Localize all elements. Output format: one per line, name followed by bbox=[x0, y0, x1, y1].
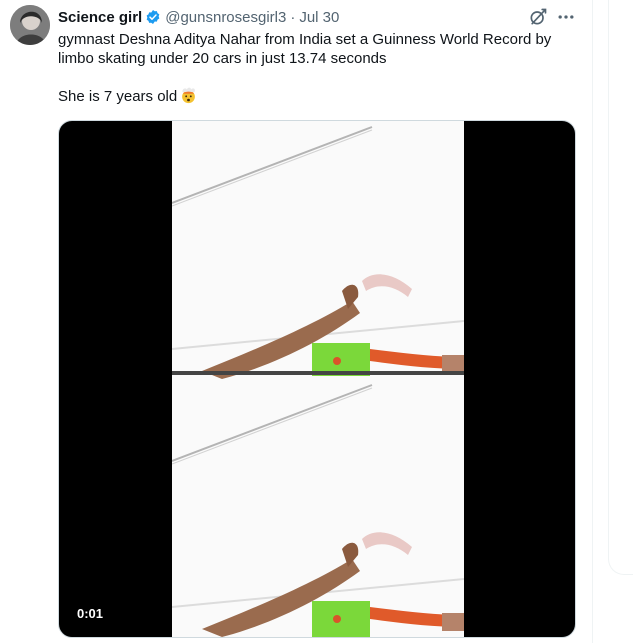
author-handle[interactable]: @gunsnrosesgirl3 bbox=[165, 9, 286, 26]
tweet-text-line: She is 7 years old bbox=[58, 87, 578, 106]
video-frame[interactable] bbox=[172, 121, 464, 637]
separator-dot: · bbox=[290, 8, 296, 26]
avatar[interactable] bbox=[10, 5, 50, 45]
tweet-date[interactable]: Jul 30 bbox=[299, 9, 339, 26]
sidebar-card-edge bbox=[608, 0, 633, 575]
tweet-text-line2: She is 7 years old bbox=[58, 88, 178, 105]
more-icon[interactable] bbox=[556, 7, 576, 27]
display-name[interactable]: Science girl bbox=[58, 9, 142, 26]
video-timestamp: 0:01 bbox=[71, 604, 110, 623]
tweet-text: gymnast Deshna Aditya Nahar from India s… bbox=[58, 30, 578, 106]
tweet-text-line: gymnast Deshna Aditya Nahar from India s… bbox=[58, 31, 552, 67]
verified-badge-icon[interactable] bbox=[145, 9, 161, 25]
video-player[interactable]: 0:01 bbox=[58, 120, 576, 638]
tweet-header: Science girl @gunsnrosesgirl3 · Jul 30 bbox=[58, 6, 339, 28]
tweet[interactable]: Science girl @gunsnrosesgirl3 · Jul 30 g… bbox=[0, 0, 592, 643]
grok-icon[interactable] bbox=[528, 7, 548, 27]
exploding-head-emoji-icon bbox=[180, 87, 197, 104]
